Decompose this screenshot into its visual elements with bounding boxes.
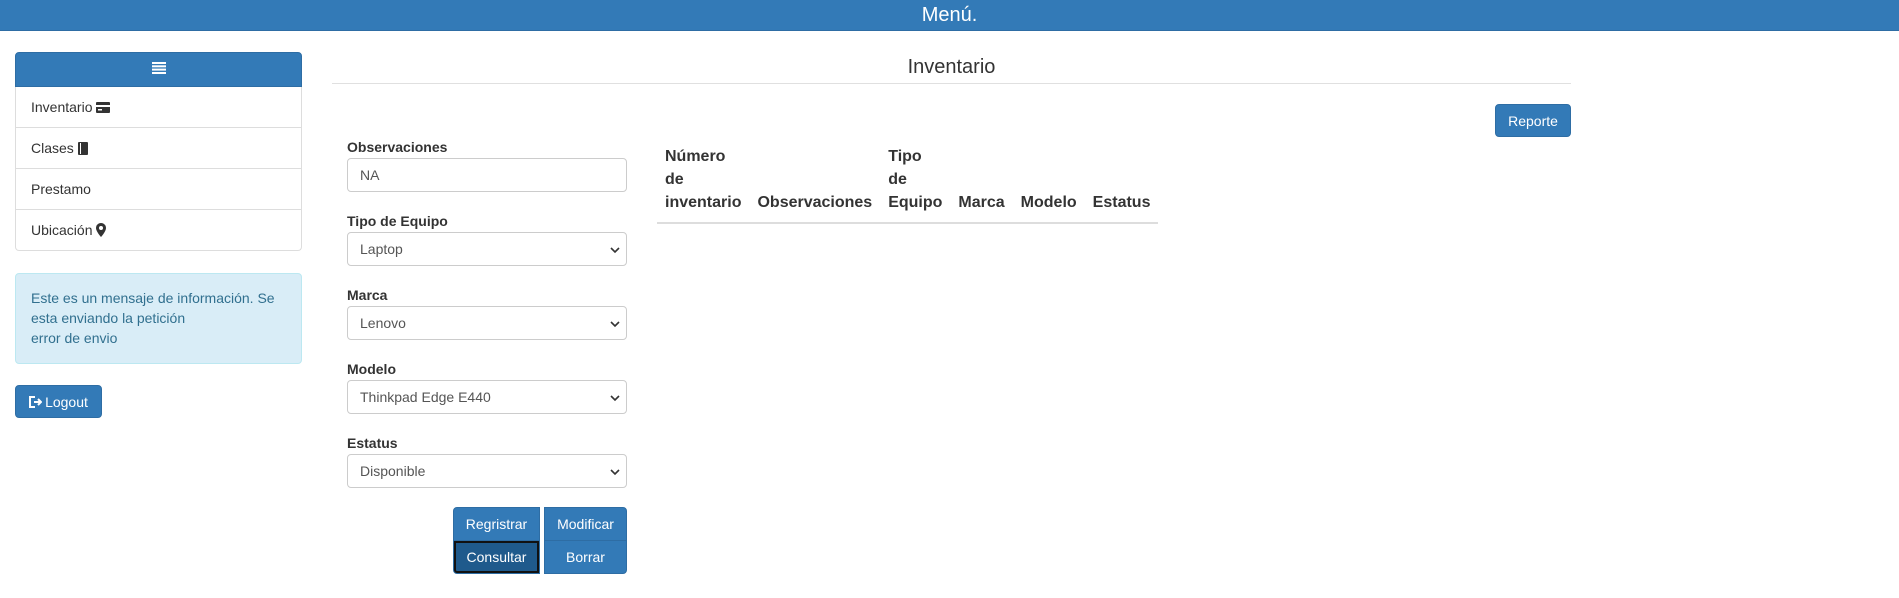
inventory-form: Observaciones NA Tipo de Equipo Laptop M… [347, 138, 627, 508]
modelo-select[interactable]: Thinkpad Edge E440 [347, 380, 627, 414]
logout-button[interactable]: Logout [15, 385, 102, 418]
table-header-row: Número de inventario Observaciones Tipo … [657, 141, 1159, 224]
chevron-down-icon [610, 317, 620, 333]
estatus-select[interactable]: Disponible [347, 454, 627, 488]
col-observaciones: Observaciones [749, 141, 881, 224]
marca-value: Lenovo [360, 315, 406, 331]
tipo-equipo-label: Tipo de Equipo [347, 213, 448, 229]
top-menu-bar: Menú. [0, 0, 1899, 31]
sidebar-menu-toggle[interactable] [15, 52, 302, 87]
alert-message: Este es un mensaje de información. Se es… [31, 290, 275, 326]
col-estatus: Estatus [1084, 141, 1159, 224]
sidebar-item-label: Inventario [31, 99, 93, 115]
chevron-down-icon [610, 243, 620, 259]
chevron-down-icon [610, 391, 620, 407]
sidebar-item-label: Prestamo [31, 181, 91, 197]
info-alert: Este es un mensaje de información. Se es… [15, 273, 302, 364]
page-title: Inventario [332, 54, 1571, 84]
registrar-button[interactable]: Regristrar [453, 507, 540, 541]
col-modelo: Modelo [1012, 141, 1085, 224]
sidebar-item-label: Clases [31, 140, 74, 156]
credit-card-icon [96, 101, 111, 113]
menu-title: Menú. [921, 4, 978, 26]
sidebar-item-inventario[interactable]: Inventario [15, 87, 302, 128]
sidebar-item-prestamo[interactable]: Prestamo [15, 169, 302, 210]
form-action-buttons: Regristrar Modificar Consultar Borrar [453, 507, 627, 574]
col-tipo-equipo: Tipo de Equipo [880, 141, 951, 224]
alert-error: error de envio [31, 330, 118, 346]
chevron-down-icon [610, 465, 620, 481]
book-icon [77, 141, 89, 155]
col-marca: Marca [950, 141, 1013, 224]
logout-label: Logout [45, 393, 88, 410]
inventory-table: Número de inventario Observaciones Tipo … [657, 141, 1159, 224]
log-out-icon [29, 395, 43, 408]
hamburger-list-icon [151, 61, 166, 79]
col-numero-inventario: Número de inventario [657, 141, 750, 224]
map-marker-icon [96, 223, 107, 237]
estatus-label: Estatus [347, 435, 398, 451]
estatus-value: Disponible [360, 463, 426, 479]
sidebar-item-clases[interactable]: Clases [15, 128, 302, 169]
sidebar-item-label: Ubicación [31, 222, 93, 238]
tipo-equipo-value: Laptop [360, 241, 403, 257]
observaciones-input[interactable]: NA [347, 158, 627, 192]
borrar-button[interactable]: Borrar [544, 540, 627, 574]
sidebar: Inventario Clases Prestamo Ubicación [15, 52, 302, 251]
consultar-button[interactable]: Consultar [453, 540, 540, 574]
observaciones-label: Observaciones [347, 139, 448, 155]
modificar-button[interactable]: Modificar [544, 507, 627, 541]
report-button[interactable]: Reporte [1495, 104, 1571, 137]
marca-label: Marca [347, 287, 388, 303]
observaciones-value: NA [360, 167, 380, 183]
tipo-equipo-select[interactable]: Laptop [347, 232, 627, 266]
sidebar-item-ubicacion[interactable]: Ubicación [15, 210, 302, 251]
marca-select[interactable]: Lenovo [347, 306, 627, 340]
modelo-value: Thinkpad Edge E440 [360, 389, 491, 405]
modelo-label: Modelo [347, 361, 396, 377]
